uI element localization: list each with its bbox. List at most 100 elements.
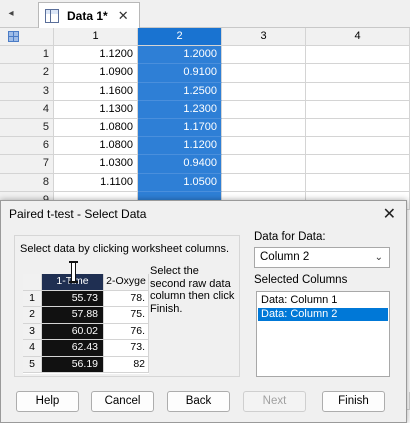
help-button[interactable]: Help — [16, 391, 79, 412]
example-row-header: 3 — [23, 323, 42, 340]
cell[interactable]: 1.0300 — [54, 155, 138, 174]
close-tab-icon[interactable]: ✕ — [118, 8, 129, 24]
row-header[interactable]: 4 — [0, 100, 54, 119]
table-row: 5 1.0800 1.1700 — [0, 119, 410, 138]
cell[interactable]: 1.0800 — [54, 119, 138, 138]
cell[interactable]: 1.1200 — [138, 137, 222, 156]
chevron-down-icon: ⌄ — [374, 252, 383, 263]
row-header[interactable]: 3 — [0, 82, 54, 101]
instruction-panel: Select data by clicking worksheet column… — [14, 235, 240, 377]
table-row: 7 1.0300 0.9400 — [0, 155, 410, 174]
cell[interactable]: 0.9400 — [138, 155, 222, 174]
column-header-4[interactable]: 4 — [306, 28, 410, 47]
row-header[interactable]: 1 — [0, 46, 54, 65]
row-header[interactable]: 8 — [0, 173, 54, 192]
table-row: 6 1.0800 1.1200 — [0, 137, 410, 156]
grid-corner-icon — [8, 31, 19, 42]
tab-scroll-left-icon[interactable]: ◂ — [4, 5, 18, 23]
cell[interactable] — [222, 155, 306, 174]
select-all-corner[interactable] — [0, 28, 54, 47]
cancel-button[interactable]: Cancel — [91, 391, 154, 412]
back-button[interactable]: Back — [167, 391, 230, 412]
row-header[interactable]: 5 — [0, 119, 54, 138]
cell[interactable] — [306, 155, 410, 174]
column-selection-cursor-icon — [67, 261, 80, 283]
cell[interactable] — [306, 119, 410, 138]
example-cell: 55.73 — [42, 290, 104, 307]
close-icon[interactable]: ✕ — [383, 204, 396, 224]
example-row: 5 56.19 82 — [23, 356, 149, 373]
cell[interactable]: 1.1700 — [138, 119, 222, 138]
example-row-header: 4 — [23, 340, 42, 357]
cell[interactable]: 1.0800 — [54, 137, 138, 156]
cell[interactable]: 0.9100 — [138, 64, 222, 83]
example-row-header: 2 — [23, 307, 42, 324]
example-cell: 60.02 — [42, 323, 104, 340]
row-header[interactable]: 6 — [0, 137, 54, 156]
worksheet-tab-data1[interactable]: Data 1* ✕ — [38, 2, 140, 29]
data-for-selected-value: Column 2 — [260, 251, 310, 263]
data-for-label: Data for Data: — [254, 231, 326, 243]
finish-button[interactable]: Finish — [322, 391, 385, 412]
cell[interactable]: 1.1300 — [54, 100, 138, 119]
column-header-1[interactable]: 1 — [54, 28, 138, 47]
column-header-row: 1 2 3 4 — [0, 28, 410, 47]
cell[interactable] — [306, 82, 410, 101]
example-column-header: 2-Oxyge — [104, 274, 149, 291]
cell[interactable] — [222, 173, 306, 192]
example-cell: 73. — [104, 340, 149, 357]
example-cell: 57.88 — [42, 307, 104, 324]
cell[interactable]: 1.2500 — [138, 82, 222, 101]
table-row: 2 1.0900 0.9100 — [0, 64, 410, 83]
cell[interactable] — [222, 82, 306, 101]
data-selection-panel: Data for Data: Column 2 ⌄ Selected Colum… — [254, 231, 394, 377]
list-item-selected[interactable]: Data: Column 2 — [258, 308, 388, 321]
column-header-3[interactable]: 3 — [222, 28, 306, 47]
instruction-text: Select data by clicking worksheet column… — [20, 243, 230, 255]
example-header-row: 1-Time 2-Oxyge — [23, 274, 149, 291]
cell[interactable]: 1.0500 — [138, 173, 222, 192]
next-button[interactable]: Next — [243, 391, 306, 412]
cell[interactable] — [222, 137, 306, 156]
table-row: 4 1.1300 1.2300 — [0, 100, 410, 119]
cell[interactable] — [306, 137, 410, 156]
paired-t-test-dialog: Paired t-test - Select Data ✕ Select dat… — [0, 200, 407, 423]
row-header[interactable]: 7 — [0, 155, 54, 174]
table-row: 3 1.1600 1.2500 — [0, 82, 410, 101]
cell[interactable]: 1.1100 — [54, 173, 138, 192]
row-header[interactable]: 2 — [0, 64, 54, 83]
cell[interactable] — [222, 119, 306, 138]
cell[interactable] — [306, 64, 410, 83]
cell[interactable] — [222, 64, 306, 83]
selected-columns-list[interactable]: Data: Column 1 Data: Column 2 — [256, 291, 390, 377]
cell[interactable] — [222, 100, 306, 119]
selected-columns-label: Selected Columns — [254, 274, 348, 286]
worksheet-icon — [45, 9, 59, 23]
example-cell: 56.19 — [42, 356, 104, 373]
example-cell: 75. — [104, 307, 149, 324]
cell[interactable] — [306, 100, 410, 119]
dialog-title: Paired t-test - Select Data — [9, 207, 147, 221]
cell[interactable] — [222, 46, 306, 65]
cell[interactable]: 1.2000 — [138, 46, 222, 65]
cell[interactable]: 1.1200 — [54, 46, 138, 65]
example-row: 1 55.73 78. — [23, 290, 149, 307]
list-item[interactable]: Data: Column 1 — [258, 294, 388, 307]
hint-text: Select the second raw data column then c… — [150, 265, 235, 315]
data-for-select[interactable]: Column 2 ⌄ — [254, 247, 390, 268]
cell[interactable] — [306, 173, 410, 192]
example-row-header: 5 — [23, 356, 42, 373]
table-row: 8 1.1100 1.0500 — [0, 173, 410, 192]
example-row: 4 62.43 73. — [23, 340, 149, 357]
example-cell: 76. — [104, 323, 149, 340]
cell[interactable]: 1.0900 — [54, 64, 138, 83]
table-row: 1 1.1200 1.2000 — [0, 46, 410, 65]
cell[interactable]: 1.2300 — [138, 100, 222, 119]
worksheet-tab-title: Data 1* — [67, 9, 108, 23]
example-cell: 82 — [104, 356, 149, 373]
cell[interactable]: 1.1600 — [54, 82, 138, 101]
example-worksheet-image: 1-Time 2-Oxyge 1 55.73 78. 2 57.88 75. 3… — [23, 274, 149, 374]
column-header-2[interactable]: 2 — [138, 28, 222, 47]
cell[interactable] — [306, 46, 410, 65]
example-row: 3 60.02 76. — [23, 323, 149, 340]
